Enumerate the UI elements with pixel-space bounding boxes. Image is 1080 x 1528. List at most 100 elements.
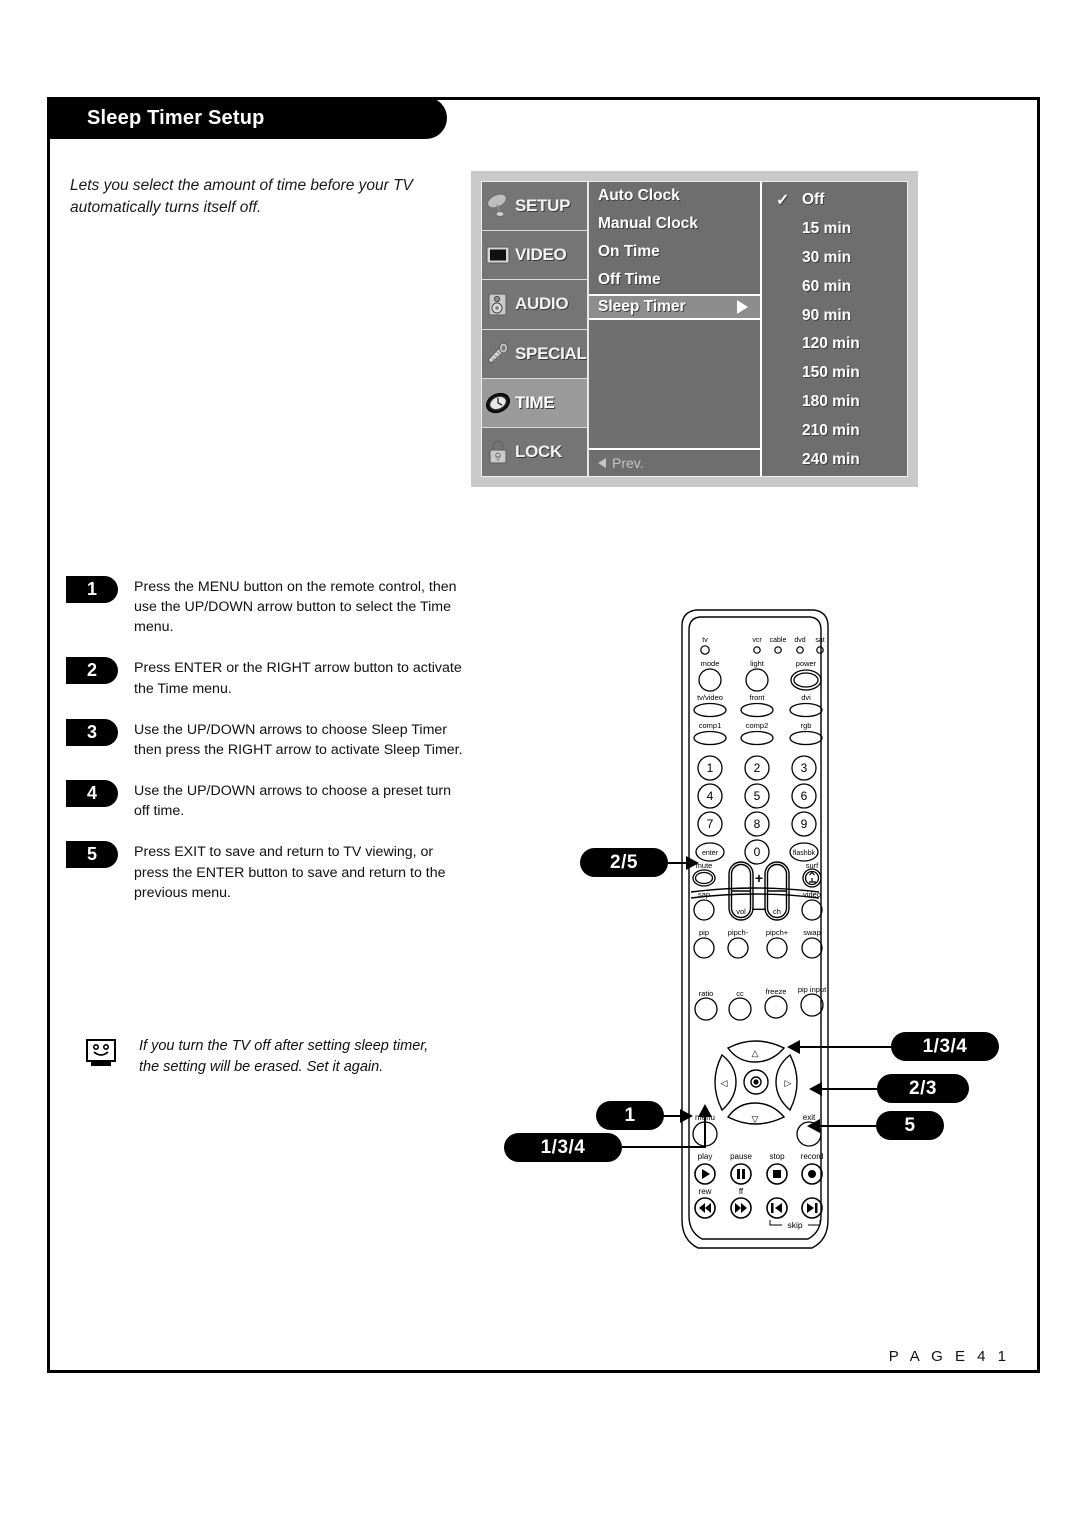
svg-text:6: 6 (801, 789, 808, 803)
svg-text:◁: ◁ (721, 1078, 728, 1088)
osd-prev-button[interactable]: Prev. (589, 448, 760, 476)
svg-text:9: 9 (801, 817, 808, 831)
osd-item-on-time[interactable]: On Time (589, 238, 760, 266)
speaker-icon (485, 291, 511, 317)
svg-text:3: 3 (801, 761, 808, 775)
svg-text:pip: pip (699, 928, 709, 937)
osd-option-label: 90 min (802, 306, 852, 324)
osd-category-audio[interactable]: AUDIO (482, 280, 587, 330)
remote-label-tv: tv (702, 637, 708, 644)
osd-category-label: VIDEO (515, 245, 567, 265)
osd-option-off[interactable]: ✓ Off (762, 186, 907, 215)
osd-option-120-min[interactable]: 120 min (762, 330, 907, 359)
osd-category-special[interactable]: SPECIAL (482, 330, 587, 379)
svg-text:0: 0 (754, 845, 761, 859)
svg-text:rew: rew (699, 1187, 712, 1196)
osd-option-label: 120 min (802, 335, 860, 353)
remote-button-pipch-minus (727, 937, 749, 959)
chevron-left-icon (598, 458, 606, 468)
remote-label-cable: cable (770, 637, 787, 644)
osd-item-label: Auto Clock (598, 187, 680, 204)
osd-option-90-min[interactable]: 90 min (762, 301, 907, 330)
leader-line-down-h (622, 1146, 706, 1148)
callout-badge-enter: 2/5 (580, 848, 668, 877)
osd-option-label: 210 min (802, 421, 860, 439)
arrow-head-menu (680, 1109, 693, 1123)
satellite-dish-icon (485, 193, 511, 219)
svg-text:4: 4 (707, 789, 714, 803)
svg-text:flashbk: flashbk (793, 850, 816, 857)
osd-option-label: 15 min (802, 220, 852, 238)
osd-menu-screenshot: SETUP VIDEO AUDIO SPECIAL TIME LOCK Auto Cloc… (471, 171, 918, 487)
osd-option-60-min[interactable]: 60 min (762, 272, 907, 301)
osd-option-15-min[interactable]: 15 min (762, 215, 907, 244)
osd-category-lock[interactable]: LOCK (482, 428, 587, 476)
clock-icon (485, 390, 511, 416)
osd-item-off-time[interactable]: Off Time (589, 266, 760, 294)
page-title: Sleep Timer Setup (87, 106, 265, 129)
intro-description: Lets you select the amount of time befor… (70, 177, 413, 216)
instruction-step: 2 Press ENTER or the RIGHT arrow button t… (66, 657, 466, 698)
instruction-step: 5 Press EXIT to save and return to TV vie… (66, 841, 466, 902)
svg-text:play: play (698, 1152, 713, 1161)
page-header-bar: Sleep Timer Setup (47, 97, 447, 139)
osd-option-label: 30 min (802, 248, 852, 266)
remote-label-vcr: vcr (752, 637, 762, 644)
osd-category-video[interactable]: VIDEO (482, 231, 587, 281)
osd-category-label: AUDIO (515, 294, 569, 314)
svg-text:1: 1 (707, 761, 714, 775)
svg-text:tv/video: tv/video (697, 693, 723, 702)
step-number-badge: 2 (66, 657, 118, 685)
tv-screen-icon (485, 242, 511, 268)
osd-category-label: LOCK (515, 441, 562, 461)
svg-text:ch: ch (773, 907, 781, 916)
remote-label-dvd: dvd (794, 637, 805, 644)
arrow-head-enter (686, 856, 699, 870)
leader-line-down-v (704, 1116, 706, 1148)
tv-smiley-icon (86, 1039, 119, 1067)
svg-text:▽: ▽ (752, 1114, 759, 1124)
callout-badge-down: 1/3/4 (504, 1133, 622, 1162)
svg-text:7: 7 (707, 817, 714, 831)
osd-option-label: 180 min (802, 392, 860, 410)
instruction-step: 4 Use the UP/DOWN arrows to choose a pres… (66, 780, 466, 821)
osd-item-manual-clock[interactable]: Manual Clock (589, 210, 760, 238)
osd-category-time[interactable]: TIME (482, 378, 587, 428)
remote-button-pause (730, 1163, 752, 1185)
osd-item-auto-clock[interactable]: Auto Clock (589, 182, 760, 210)
osd-item-label: Sleep Timer (598, 298, 686, 315)
svg-text:vol: vol (736, 907, 746, 916)
osd-option-label: 240 min (802, 450, 860, 468)
svg-text:ratio: ratio (699, 989, 714, 998)
callout-badge-menu: 1 (596, 1101, 664, 1130)
osd-option-180-min[interactable]: 180 min (762, 388, 907, 417)
osd-option-30-min[interactable]: 30 min (762, 244, 907, 273)
callout-badge-exit: 5 (876, 1111, 944, 1140)
arrow-head-down (698, 1104, 712, 1117)
svg-text:light: light (750, 659, 765, 668)
step-text: Press the MENU button on the remote cont… (134, 579, 457, 636)
osd-item-list: Auto Clock Manual Clock On Time Off Time Sle… (587, 182, 762, 476)
remote-led-dvd (796, 646, 804, 654)
svg-text:pipch+: pipch+ (766, 928, 789, 937)
remote-led-vcr (753, 646, 761, 654)
osd-option-240-min[interactable]: 240 min (762, 445, 907, 474)
svg-text:record: record (801, 1152, 824, 1161)
svg-text:swap: swap (803, 928, 821, 937)
svg-text:2: 2 (754, 761, 761, 775)
svg-text:—: — (752, 900, 766, 916)
osd-category-setup[interactable]: SETUP (482, 182, 587, 232)
svg-text:5: 5 (754, 789, 761, 803)
osd-category-label: SPECIAL (515, 343, 587, 363)
remote-led-tv (700, 645, 710, 655)
osd-option-210-min[interactable]: 210 min (762, 416, 907, 445)
svg-text:sap: sap (698, 890, 710, 899)
remote-led-cable (774, 646, 782, 654)
svg-text:pipch-: pipch- (728, 928, 749, 937)
svg-text:skip: skip (787, 1220, 802, 1230)
step-number-badge: 3 (66, 718, 118, 746)
osd-option-label: 60 min (802, 277, 852, 295)
page-number: P A G E 4 1 (888, 1348, 1010, 1365)
osd-item-sleep-timer[interactable]: Sleep Timer (589, 294, 760, 320)
osd-option-150-min[interactable]: 150 min (762, 359, 907, 388)
